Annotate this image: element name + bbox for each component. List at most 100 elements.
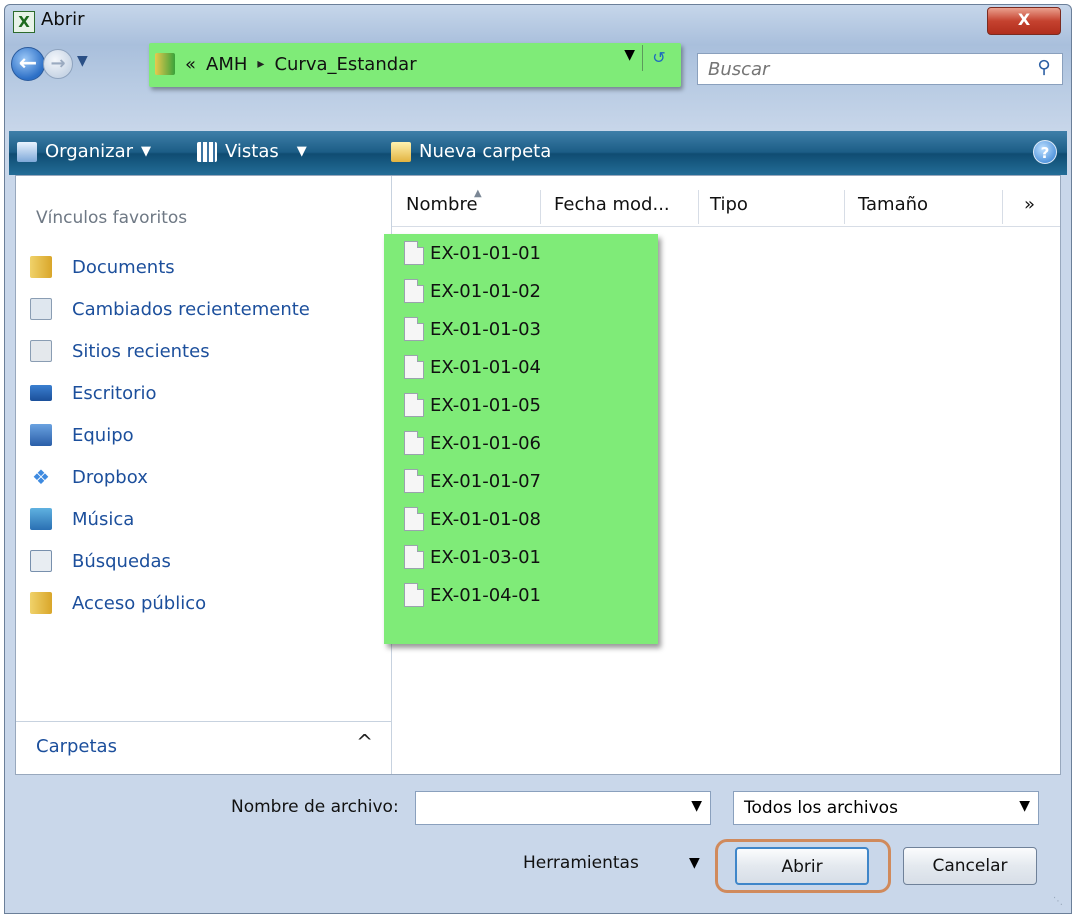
sidebar-item-public[interactable]: Acceso público: [30, 588, 206, 618]
column-divider[interactable]: [1002, 190, 1003, 224]
column-divider[interactable]: [844, 190, 845, 224]
breadcrumb-separator-icon[interactable]: ▸: [257, 56, 264, 72]
breadcrumb-curva-estandar[interactable]: Curva_Estandar: [274, 54, 416, 75]
list-item[interactable]: EX-01-01-05: [404, 388, 541, 422]
sidebar-item-music[interactable]: Música: [30, 504, 134, 534]
filename-field[interactable]: ▼: [415, 791, 711, 825]
organize-icon: [17, 141, 37, 162]
column-date-modified[interactable]: Fecha mod...: [554, 194, 670, 215]
search-icon[interactable]: ⚲: [1032, 57, 1056, 81]
filetype-select[interactable]: Todos los archivos ▼: [733, 791, 1039, 825]
back-button[interactable]: ←: [11, 47, 45, 81]
tools-menu[interactable]: Herramientas: [523, 853, 639, 873]
favorites-heading: Vínculos favoritos: [36, 208, 188, 228]
content-area: Vínculos favoritos Documents Cambiados r…: [15, 175, 1061, 775]
sidebar-item-searches[interactable]: Búsquedas: [30, 546, 171, 576]
open-dialog: X Abrir X ← → ▼ « AMH ▸ Curva_Estandar ▼…: [4, 4, 1072, 914]
column-type[interactable]: Tipo: [710, 194, 748, 215]
views-label: Vistas: [225, 141, 279, 162]
file-name: EX-01-01-02: [430, 280, 542, 302]
filename-label: Nombre de archivo:: [231, 797, 399, 817]
list-item[interactable]: EX-01-04-01: [404, 578, 541, 612]
sidebar-item-documents[interactable]: Documents: [30, 252, 175, 282]
sidebar-item-dropbox[interactable]: ❖ Dropbox: [30, 462, 148, 492]
sidebar-item-recent-places[interactable]: Sitios recientes: [30, 336, 210, 366]
file-name: EX-01-01-06: [430, 432, 542, 454]
column-name[interactable]: ▲ Nombre: [406, 188, 482, 215]
music-icon: [30, 508, 52, 530]
close-button[interactable]: X: [987, 7, 1061, 35]
list-item[interactable]: EX-01-01-01: [404, 236, 541, 270]
file-icon: [404, 507, 424, 531]
file-icon: [404, 279, 424, 303]
column-size[interactable]: Tamaño: [858, 194, 928, 215]
sidebar-item-label: Dropbox: [72, 466, 148, 488]
address-bar[interactable]: « AMH ▸ Curva_Estandar ▼ ↺: [149, 43, 681, 87]
views-menu[interactable]: Vistas ▼: [197, 141, 307, 162]
organize-dropdown-icon: ▼: [141, 144, 151, 159]
new-folder-label: Nueva carpeta: [419, 141, 552, 162]
chevron-up-icon[interactable]: ^: [356, 730, 373, 754]
file-icon: [404, 545, 424, 569]
file-name: EX-01-01-05: [430, 394, 542, 416]
list-item[interactable]: EX-01-03-01: [404, 540, 541, 574]
forward-button[interactable]: →: [43, 49, 73, 79]
desktop-icon: [30, 385, 52, 401]
search-box[interactable]: ⚲: [697, 53, 1063, 85]
cancel-button[interactable]: Cancelar: [903, 847, 1037, 885]
views-dropdown-icon: ▼: [296, 144, 307, 159]
column-divider[interactable]: [540, 190, 541, 224]
address-dropdown-icon[interactable]: ▼: [624, 47, 635, 63]
public-folder-icon: [30, 592, 52, 614]
history-dropdown-icon[interactable]: ▼: [77, 53, 88, 69]
folder-icon: [30, 256, 52, 278]
file-name: EX-01-01-03: [430, 318, 542, 340]
filename-dropdown-icon[interactable]: ▼: [691, 798, 702, 814]
recent-places-icon: [30, 340, 52, 362]
list-item[interactable]: EX-01-01-04: [404, 350, 541, 384]
file-icon: [404, 469, 424, 493]
title-bar[interactable]: X Abrir X: [5, 5, 1071, 43]
column-header: ▲ Nombre Fecha mod... Tipo Tamaño »: [392, 186, 1060, 227]
new-folder-button[interactable]: Nueva carpeta: [391, 141, 551, 162]
more-columns-icon[interactable]: »: [1024, 194, 1035, 215]
list-item[interactable]: EX-01-01-03: [404, 312, 541, 346]
file-selection-highlight: EX-01-01-01 EX-01-01-02 EX-01-01-03 EX-0…: [384, 234, 658, 644]
file-name: EX-01-04-01: [430, 584, 542, 606]
organize-menu[interactable]: Organizar ▼: [17, 141, 151, 162]
file-icon: [404, 355, 424, 379]
search-input[interactable]: [706, 58, 1000, 81]
list-item[interactable]: EX-01-01-07: [404, 464, 541, 498]
dialog-footer: Nombre de archivo: ▼ Todos los archivos …: [5, 775, 1071, 913]
sort-ascending-icon: ▲: [474, 188, 482, 199]
recent-changes-icon: [30, 298, 52, 320]
resize-grip-icon[interactable]: ⋱: [1053, 896, 1063, 907]
organize-label: Organizar: [45, 141, 133, 162]
sidebar-item-desktop[interactable]: Escritorio: [30, 378, 157, 408]
open-button[interactable]: Abrir: [735, 847, 869, 885]
window-title: Abrir: [41, 9, 85, 30]
computer-icon: [30, 424, 52, 446]
sidebar-item-label: Cambiados recientemente: [72, 298, 310, 320]
breadcrumb-amh[interactable]: AMH: [206, 54, 247, 75]
address-prefix[interactable]: «: [185, 54, 196, 75]
sidebar-item-recently-changed[interactable]: Cambiados recientemente: [30, 294, 310, 324]
file-name: EX-01-01-07: [430, 470, 542, 492]
file-name: EX-01-01-01: [430, 242, 542, 264]
tools-dropdown-icon[interactable]: ▼: [689, 855, 700, 871]
list-item[interactable]: EX-01-01-08: [404, 502, 541, 536]
file-icon: [404, 431, 424, 455]
file-name: EX-01-01-04: [430, 356, 542, 378]
file-icon: [404, 393, 424, 417]
refresh-icon[interactable]: ↺: [642, 45, 675, 71]
help-icon[interactable]: ?: [1033, 140, 1057, 164]
sidebar-item-computer[interactable]: Equipo: [30, 420, 134, 450]
sidebar-item-label: Búsquedas: [72, 550, 171, 572]
list-item[interactable]: EX-01-01-06: [404, 426, 541, 460]
column-divider[interactable]: [698, 190, 699, 224]
file-icon: [404, 583, 424, 607]
file-name: EX-01-03-01: [430, 546, 542, 568]
filetype-dropdown-icon[interactable]: ▼: [1019, 798, 1030, 814]
list-item[interactable]: EX-01-01-02: [404, 274, 541, 308]
folders-toggle[interactable]: Carpetas ^: [16, 721, 391, 774]
